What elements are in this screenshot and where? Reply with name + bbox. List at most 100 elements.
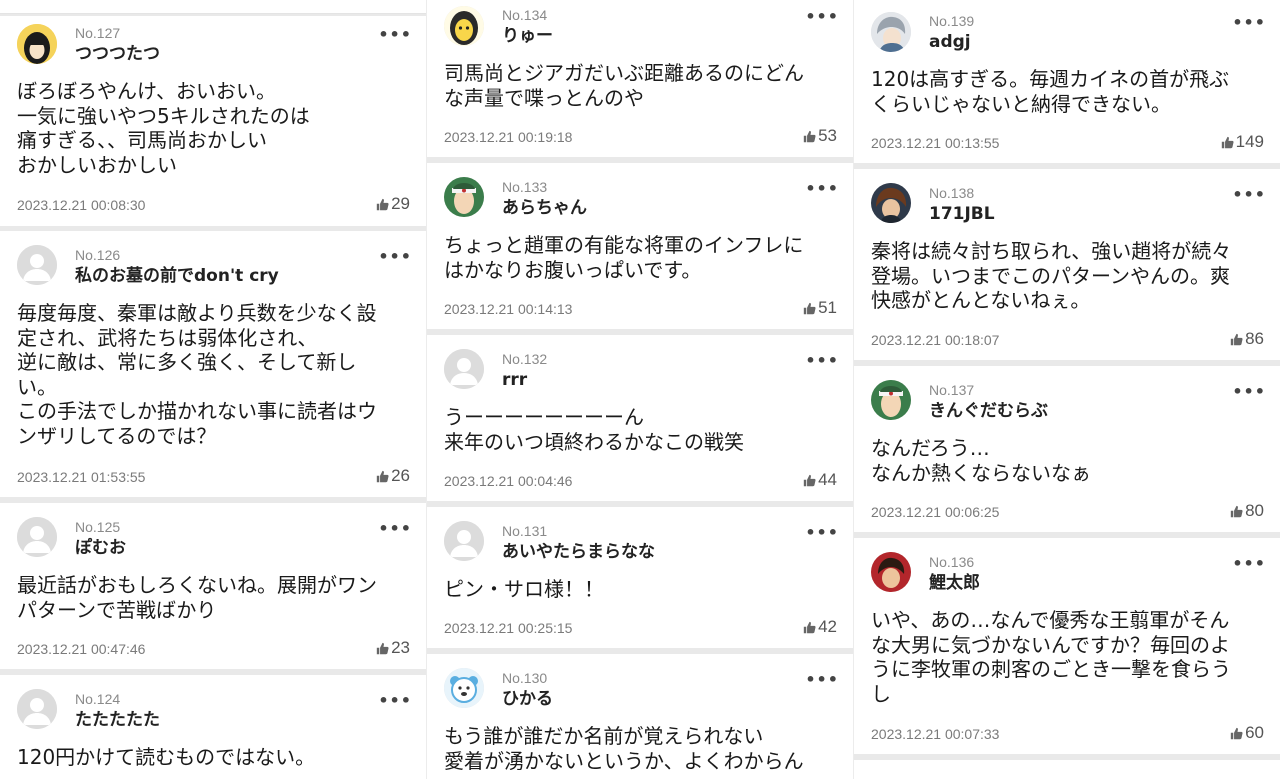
- comment-text: 最近話がおもしろくないね。展開がワン パターンで苦戦ばかり: [17, 573, 377, 622]
- like-count: 60: [1245, 723, 1264, 742]
- username[interactable]: 私のお墓の前でdon't cry: [75, 266, 279, 286]
- comment-date: 2023.12.21 00:13:55: [871, 135, 1000, 151]
- username[interactable]: つつつたつ: [75, 44, 160, 64]
- more-options-button[interactable]: •••: [1232, 187, 1266, 203]
- like-button[interactable]: 29: [376, 195, 410, 213]
- user-avatar[interactable]: [871, 380, 911, 420]
- thumbs-up-icon: [1230, 727, 1243, 739]
- comment-date: 2023.12.21 00:18:07: [871, 332, 1000, 348]
- comment-number: No.134: [502, 7, 548, 23]
- comment-text: なんだろう… なんか熱くならないなぁ: [871, 436, 1091, 485]
- comment-card: No.132 rrr ••• うーーーーーーーーん 来年のいつ頃終わるかなこの戦…: [427, 335, 853, 501]
- user-avatar[interactable]: [444, 6, 484, 46]
- username[interactable]: ひかる: [502, 689, 553, 709]
- user-avatar[interactable]: [871, 552, 911, 592]
- more-options-button[interactable]: •••: [378, 521, 412, 537]
- like-button[interactable]: 53: [803, 127, 837, 145]
- user-avatar[interactable]: [17, 24, 57, 64]
- user-avatar[interactable]: [17, 245, 57, 285]
- like-button[interactable]: 44: [803, 471, 837, 489]
- comment-number: No.131: [502, 523, 548, 539]
- comment-card: No.138 171JBL ••• 秦将は続々討ち取られ、強い趙将が続々 登場。…: [854, 169, 1280, 360]
- comment-card: No.127 つつつたつ ••• ぼろぼろやんけ、おいおい。 一気に強いやつ5キ…: [0, 16, 426, 226]
- comment-card: No.124 たたたたた ••• 120円かけて読むものではない。: [0, 675, 426, 779]
- yellow-face-avatar-icon: [444, 6, 484, 46]
- user-avatar[interactable]: [444, 521, 484, 561]
- more-options-button[interactable]: •••: [378, 27, 412, 43]
- brown-hair-avatar-icon: [871, 183, 911, 223]
- comment-number: No.124: [75, 691, 121, 707]
- more-options-button[interactable]: •••: [1232, 384, 1266, 400]
- user-avatar[interactable]: [444, 177, 484, 217]
- black-hair-avatar-icon: [17, 24, 57, 64]
- comment-column-3[interactable]: No.139 adgj ••• 120は高すぎる。毎週カイネの首が飛ぶ くらいじ…: [854, 0, 1280, 779]
- default-avatar-icon: [444, 521, 484, 561]
- comment-number: No.137: [929, 382, 975, 398]
- username[interactable]: あらちゃん: [502, 198, 587, 218]
- user-avatar[interactable]: [17, 689, 57, 729]
- more-options-button[interactable]: •••: [378, 249, 412, 265]
- more-options-button[interactable]: •••: [805, 672, 839, 688]
- like-button[interactable]: 149: [1221, 133, 1264, 151]
- comment-column-1[interactable]: No.127 つつつたつ ••• ぼろぼろやんけ、おいおい。 一気に強いやつ5キ…: [0, 0, 426, 779]
- more-options-button[interactable]: •••: [805, 181, 839, 197]
- thumbs-up-icon: [1230, 333, 1243, 345]
- like-count: 53: [818, 126, 837, 145]
- like-count: 80: [1245, 501, 1264, 520]
- user-avatar[interactable]: [871, 183, 911, 223]
- previous-card-edge: [0, 0, 426, 14]
- more-options-button[interactable]: •••: [1232, 15, 1266, 31]
- comment-date: 2023.12.21 00:19:18: [444, 129, 573, 145]
- username[interactable]: 171JBL: [929, 204, 995, 224]
- user-avatar[interactable]: [444, 349, 484, 389]
- more-options-button[interactable]: •••: [805, 525, 839, 541]
- like-count: 86: [1245, 329, 1264, 348]
- thumbs-up-icon: [803, 130, 816, 142]
- like-button[interactable]: 60: [1230, 724, 1264, 742]
- like-button[interactable]: 86: [1230, 330, 1264, 348]
- comment-date: 2023.12.21 01:53:55: [17, 469, 146, 485]
- thumbs-up-icon: [376, 642, 389, 654]
- like-count: 42: [818, 617, 837, 636]
- comment-card: No.125 ぽむお ••• 最近話がおもしろくないね。展開がワン パターンで苦…: [0, 503, 426, 669]
- more-options-button[interactable]: •••: [378, 693, 412, 709]
- username[interactable]: ぽむお: [75, 538, 126, 558]
- username[interactable]: adgj: [929, 32, 971, 52]
- thumbs-up-icon: [1221, 136, 1234, 148]
- thumbs-up-icon: [803, 621, 816, 633]
- red-bg-avatar-icon: [871, 552, 911, 592]
- thumbs-up-icon: [376, 470, 389, 482]
- default-avatar-icon: [444, 349, 484, 389]
- comment-date: 2023.12.21 00:07:33: [871, 726, 1000, 742]
- comment-number: No.138: [929, 185, 975, 201]
- more-options-button[interactable]: •••: [805, 9, 839, 25]
- user-avatar[interactable]: [444, 668, 484, 708]
- thumbs-up-icon: [1230, 505, 1243, 517]
- more-options-button[interactable]: •••: [1232, 556, 1266, 572]
- like-button[interactable]: 42: [803, 618, 837, 636]
- bear-avatar-icon: [444, 668, 484, 708]
- like-button[interactable]: 80: [1230, 502, 1264, 520]
- comment-text: 司馬尚とジアガだいぶ距離あるのにどん な声量で喋っとんのや: [444, 61, 804, 110]
- user-avatar[interactable]: [871, 12, 911, 52]
- username[interactable]: きんぐだむらぶ: [929, 401, 1048, 421]
- more-options-button[interactable]: •••: [805, 353, 839, 369]
- comment-number: No.130: [502, 670, 548, 686]
- like-count: 51: [818, 298, 837, 317]
- default-avatar-icon: [17, 245, 57, 285]
- comment-card: No.136 鯉太郎 ••• いや、あの…なんで優秀な王翦軍がそん な大男に気づ…: [854, 538, 1280, 754]
- gray-hair-avatar-icon: [871, 12, 911, 52]
- username[interactable]: 鯉太郎: [929, 573, 980, 593]
- like-count: 44: [818, 470, 837, 489]
- like-button[interactable]: 51: [803, 299, 837, 317]
- comment-column-2[interactable]: No.134 りゅー ••• 司馬尚とジアガだいぶ距離あるのにどん な声量で喋っ…: [427, 0, 853, 779]
- like-button[interactable]: 26: [376, 467, 410, 485]
- username[interactable]: たたたたた: [75, 710, 160, 730]
- user-avatar[interactable]: [17, 517, 57, 557]
- comment-number: No.132: [502, 351, 548, 367]
- username[interactable]: あいやたらまらなな: [502, 542, 655, 562]
- username[interactable]: rrr: [502, 370, 527, 390]
- username[interactable]: りゅー: [502, 26, 553, 46]
- like-button[interactable]: 23: [376, 639, 410, 657]
- comment-card: No.133 あらちゃん ••• ちょっと趙軍の有能な将軍のインフレに はかなり…: [427, 163, 853, 329]
